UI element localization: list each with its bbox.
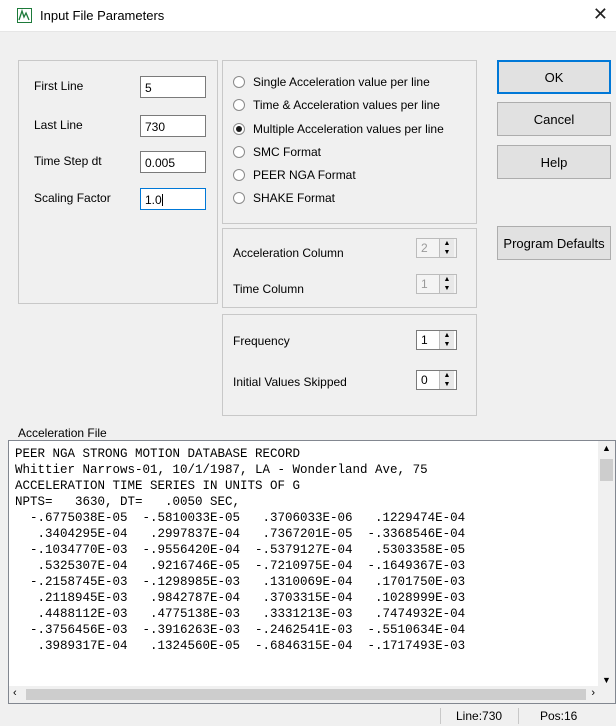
- scroll-down-icon[interactable]: ▼: [602, 675, 611, 685]
- ok-button[interactable]: OK: [497, 60, 611, 94]
- radio-peer-nga-format[interactable]: PEER NGA Format: [233, 166, 356, 184]
- window-title: Input File Parameters: [40, 8, 165, 23]
- frequency-spinner[interactable]: 1 ▲ ▼: [416, 330, 457, 350]
- file-line: -.3756456E-03 -.3916263E-03 -.2462541E-0…: [15, 623, 466, 637]
- first-line-input[interactable]: 5: [140, 76, 206, 98]
- acceleration-file-label: Acceleration File: [18, 426, 107, 440]
- radio-button[interactable]: [233, 169, 245, 181]
- radio-time-accel[interactable]: Time & Acceleration values per line: [233, 96, 440, 114]
- initial-values-skipped-label: Initial Values Skipped: [233, 375, 347, 389]
- status-bar: Line:730 Pos:16: [0, 706, 616, 726]
- scaling-factor-input[interactable]: 1.0: [140, 188, 206, 210]
- title-bar: Input File Parameters ✕: [0, 0, 616, 32]
- file-line: .4488112E-03 .4775138E-03 .3331213E-03 .…: [15, 607, 466, 621]
- file-line: -.2158745E-03 -.1298985E-03 .1310069E-04…: [15, 575, 466, 589]
- text-caret: [161, 194, 163, 206]
- last-line-label: Last Line: [34, 118, 83, 132]
- scaling-factor-label: Scaling Factor: [34, 191, 111, 205]
- time-column-label: Time Column: [233, 282, 304, 296]
- acceleration-file-content[interactable]: PEER NGA STRONG MOTION DATABASE RECORD Wh…: [15, 446, 601, 686]
- acceleration-column-label: Acceleration Column: [233, 246, 344, 260]
- file-line: NPTS= 3630, DT= .0050 SEC,: [15, 495, 241, 509]
- scroll-left-icon[interactable]: ‹: [13, 687, 17, 699]
- scaling-factor-value: 1.0: [145, 193, 162, 207]
- file-line: .2118945E-03 .9842787E-04 .3703315E-04 .…: [15, 591, 466, 605]
- cancel-button[interactable]: Cancel: [497, 102, 611, 136]
- file-line: .3404295E-04 .2997837E-04 .7367201E-05 -…: [15, 527, 466, 541]
- vertical-scroll-thumb[interactable]: [600, 459, 613, 481]
- horizontal-scroll-thumb[interactable]: [26, 689, 586, 700]
- app-icon: [17, 8, 32, 23]
- scroll-right-icon[interactable]: ›: [591, 687, 595, 699]
- radio-button-selected[interactable]: [233, 123, 245, 135]
- file-line: ACCELERATION TIME SERIES IN UNITS OF G: [15, 479, 301, 493]
- file-line: Whittier Narrows-01, 10/1/1987, LA - Won…: [15, 463, 428, 477]
- spinner-arrows-icon: ▲ ▼: [439, 239, 454, 257]
- program-defaults-button[interactable]: Program Defaults: [497, 226, 611, 260]
- status-pos: Pos:16: [540, 709, 578, 723]
- initial-values-skipped-spinner[interactable]: 0 ▲ ▼: [416, 370, 457, 390]
- first-line-label: First Line: [34, 79, 84, 93]
- time-step-input[interactable]: 0.005: [140, 151, 206, 173]
- file-line: PEER NGA STRONG MOTION DATABASE RECORD: [15, 447, 301, 461]
- acceleration-file-textarea[interactable]: PEER NGA STRONG MOTION DATABASE RECORD Wh…: [8, 440, 616, 704]
- scroll-up-icon[interactable]: ▲: [602, 443, 611, 453]
- spinner-arrows-icon[interactable]: ▲ ▼: [439, 371, 454, 389]
- status-divider: [440, 708, 441, 724]
- spinner-arrows-icon: ▲ ▼: [439, 275, 454, 293]
- file-line: .3989317E-04 .1324560E-05 -.6846315E-04 …: [15, 639, 466, 653]
- radio-button[interactable]: [233, 146, 245, 158]
- radio-multiple-accel[interactable]: Multiple Acceleration values per line: [233, 120, 444, 138]
- radio-button[interactable]: [233, 192, 245, 204]
- file-line: .5325307E-04 .9216746E-05 -.7210975E-04 …: [15, 559, 466, 573]
- file-line: -.1034770E-03 -.9556420E-04 -.5379127E-0…: [15, 543, 466, 557]
- last-line-input[interactable]: 730: [140, 115, 206, 137]
- status-divider: [518, 708, 519, 724]
- close-icon[interactable]: ✕: [593, 4, 608, 25]
- vertical-scrollbar[interactable]: ▲ ▼: [598, 441, 615, 687]
- status-line: Line:730: [456, 709, 503, 723]
- time-step-label: Time Step dt: [34, 154, 102, 168]
- radio-shake-format[interactable]: SHAKE Format: [233, 189, 335, 207]
- radio-smc-format[interactable]: SMC Format: [233, 143, 321, 161]
- radio-single-accel[interactable]: Single Acceleration value per line: [233, 73, 430, 91]
- radio-button[interactable]: [233, 99, 245, 111]
- time-column-spinner: 1 ▲ ▼: [416, 274, 457, 294]
- frequency-label: Frequency: [233, 334, 290, 348]
- help-button[interactable]: Help: [497, 145, 611, 179]
- spinner-arrows-icon[interactable]: ▲ ▼: [439, 331, 454, 349]
- file-line: -.6775038E-05 -.5810033E-05 .3706033E-06…: [15, 511, 466, 525]
- acceleration-column-spinner: 2 ▲ ▼: [416, 238, 457, 258]
- horizontal-scrollbar[interactable]: ‹ ›: [9, 686, 615, 703]
- radio-button[interactable]: [233, 76, 245, 88]
